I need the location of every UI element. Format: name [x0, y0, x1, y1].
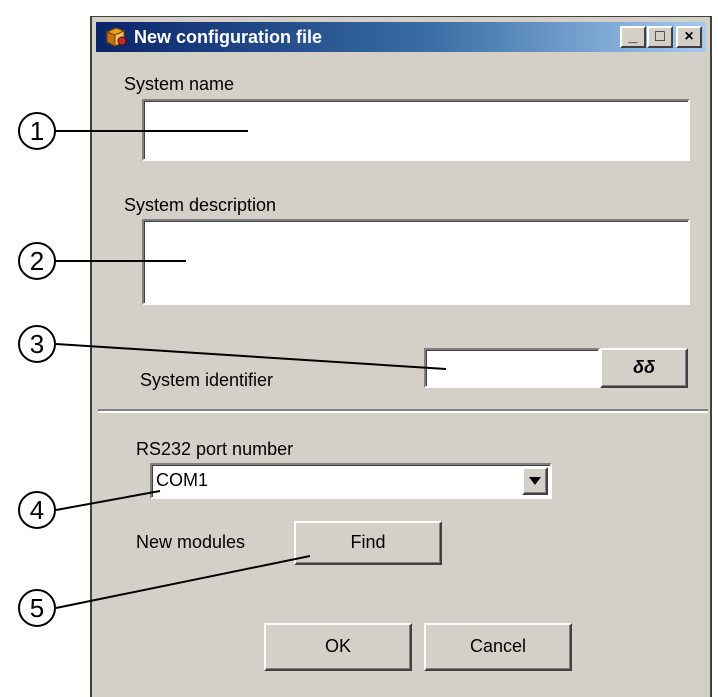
callout-leader-lines — [55, 130, 447, 609]
callout-4: 4 — [18, 491, 56, 529]
callout-2: 2 — [18, 242, 56, 280]
callout-3: 3 — [18, 325, 56, 363]
callout-1: 1 — [18, 112, 56, 150]
callout-5: 5 — [18, 589, 56, 627]
